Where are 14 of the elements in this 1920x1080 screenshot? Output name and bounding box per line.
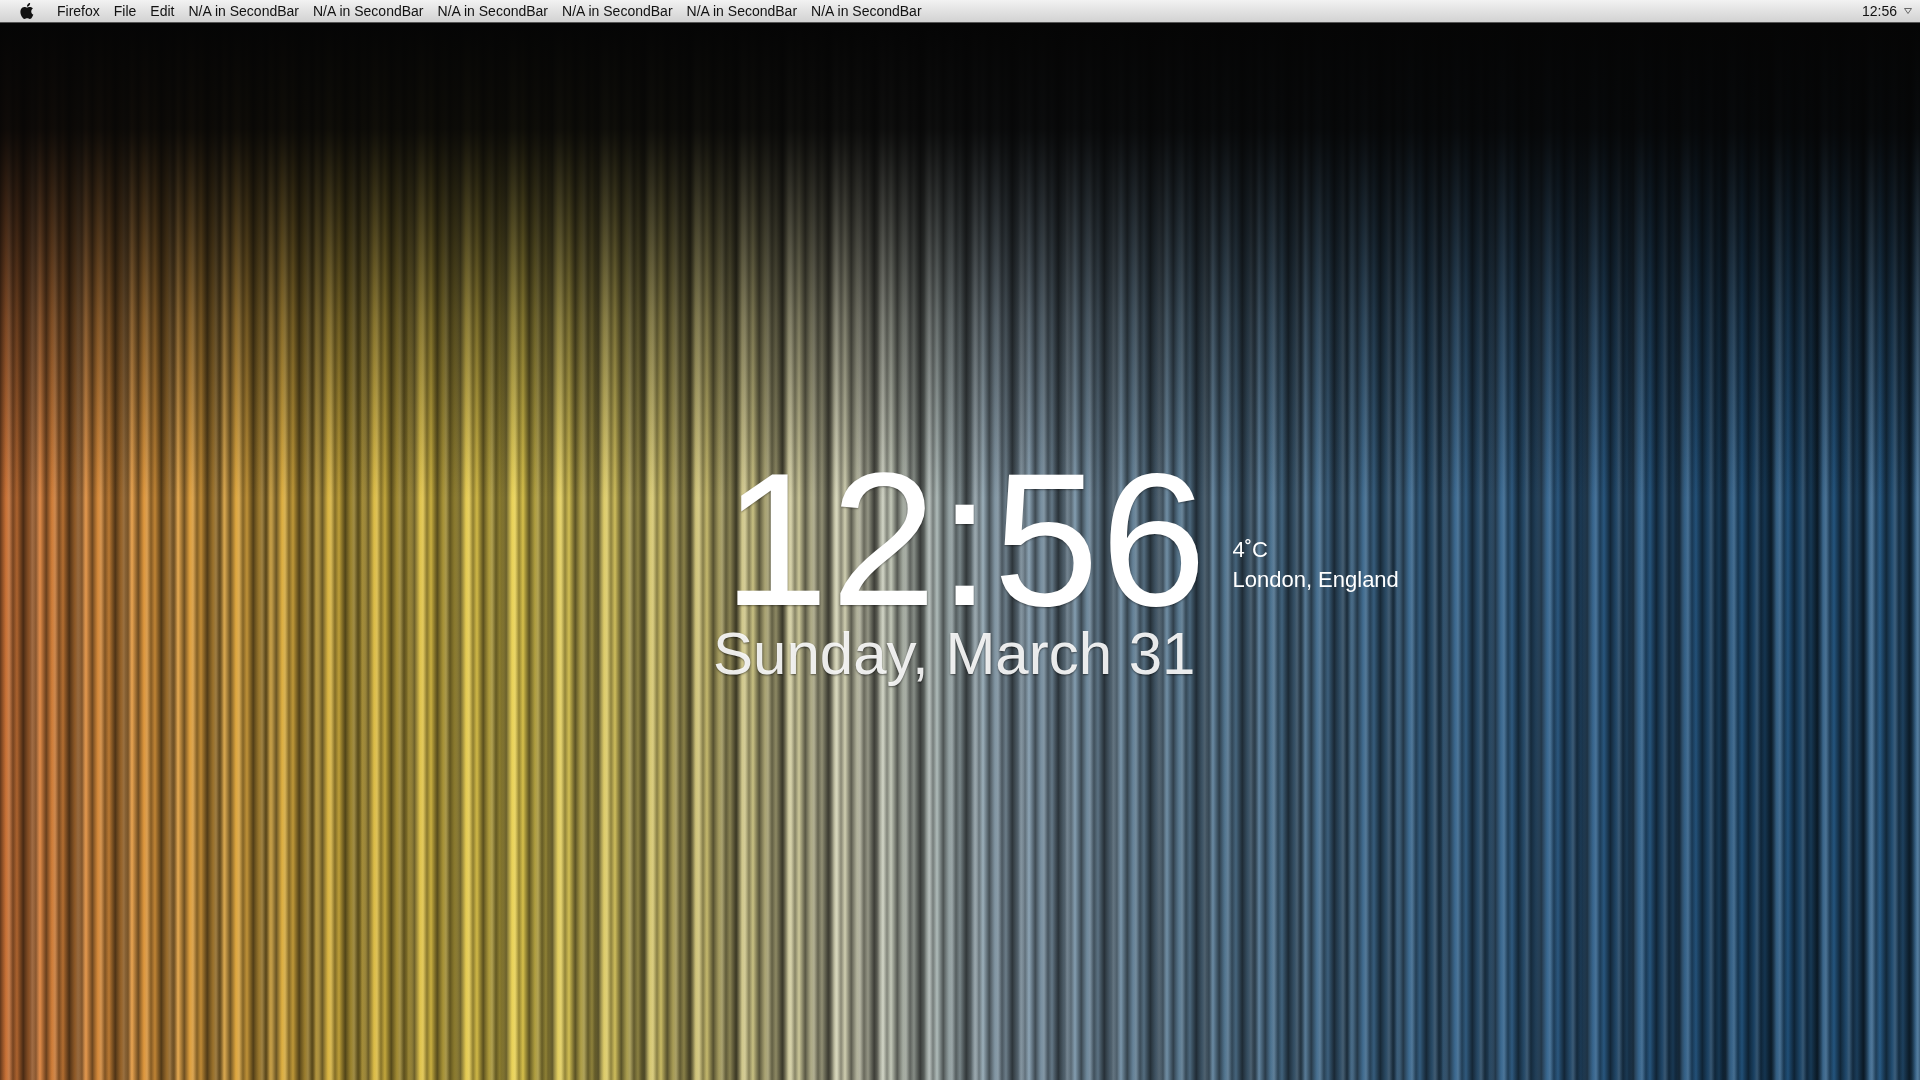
menu-item[interactable]: N/A in SecondBar [804, 3, 929, 19]
menu-item[interactable]: N/A in SecondBar [679, 3, 805, 19]
menu-item[interactable]: N/A in SecondBar [181, 3, 306, 19]
app-menu[interactable]: Firefox [50, 3, 107, 19]
menu-bar-clock[interactable]: 12:56 [1854, 3, 1904, 19]
dropdown-triangle-icon[interactable] [1904, 8, 1912, 14]
menu-item[interactable]: N/A in SecondBar [306, 3, 431, 19]
menu-item[interactable]: N/A in SecondBar [555, 3, 680, 19]
menu-item[interactable]: Edit [143, 3, 182, 19]
location: London, England [1232, 566, 1399, 594]
menu-item[interactable]: N/A in SecondBar [430, 3, 556, 19]
temperature: 4˚C [1232, 536, 1269, 564]
apple-logo-icon[interactable] [18, 2, 34, 20]
menu-item[interactable]: File [106, 3, 144, 19]
